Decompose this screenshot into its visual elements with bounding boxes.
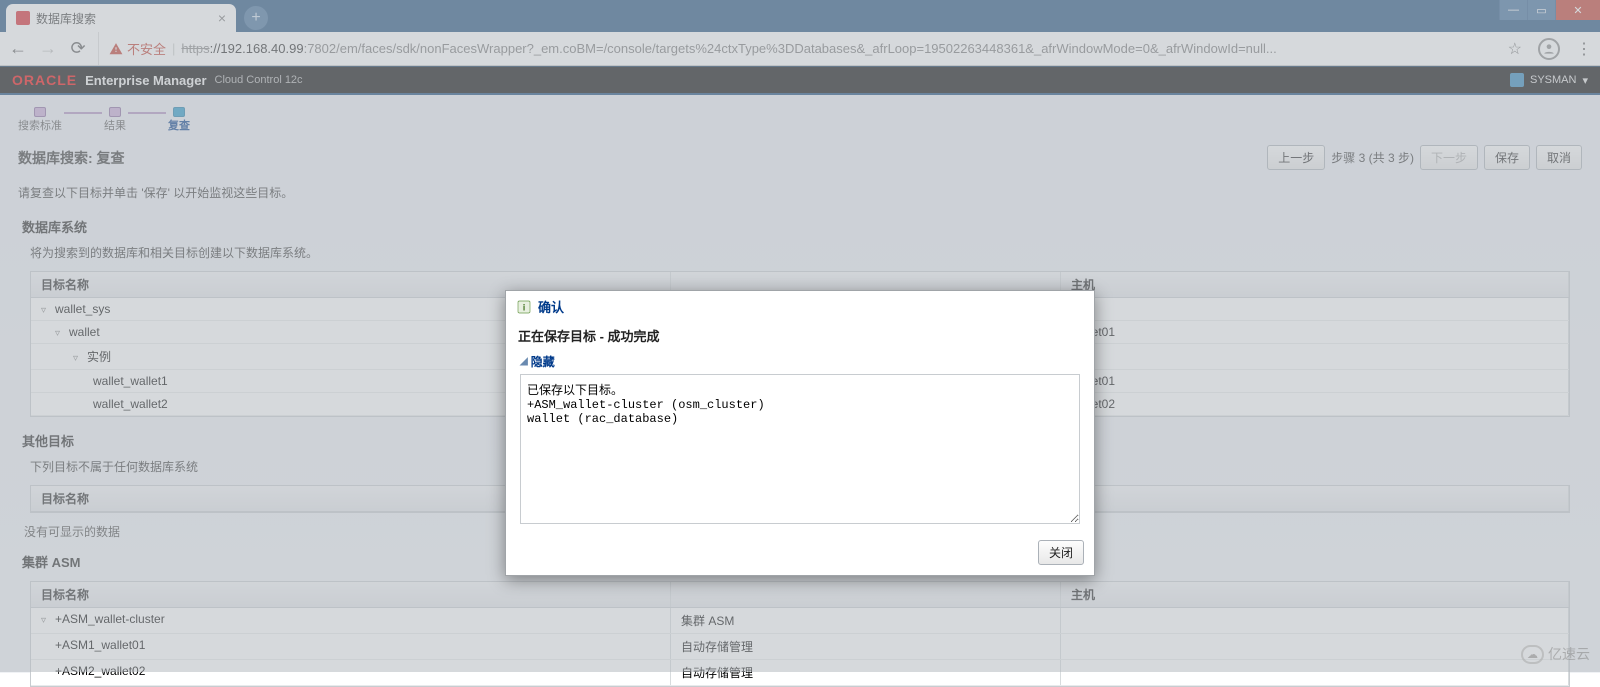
confirm-dialog: i 确认 正在保存目标 - 成功完成 ◢ 隐藏 已保存以下目标。 +ASM_wa…: [505, 290, 1095, 576]
dialog-close-button[interactable]: 关闭: [1038, 540, 1084, 565]
svg-text:i: i: [523, 302, 526, 312]
cloud-icon: ☁: [1521, 645, 1544, 664]
triangle-icon: ◢: [520, 356, 528, 367]
watermark: ☁ 亿速云: [1521, 644, 1590, 664]
dialog-subtitle: 正在保存目标 - 成功完成: [506, 322, 1094, 353]
modal-overlay: i 确认 正在保存目标 - 成功完成 ◢ 隐藏 已保存以下目标。 +ASM_wa…: [0, 0, 1600, 672]
dialog-title: 确认: [538, 297, 564, 316]
dialog-hide-toggle[interactable]: ◢ 隐藏: [506, 353, 1094, 370]
dialog-body[interactable]: 已保存以下目标。 +ASM_wallet-cluster (osm_cluste…: [520, 374, 1080, 524]
info-icon: i: [516, 299, 532, 315]
